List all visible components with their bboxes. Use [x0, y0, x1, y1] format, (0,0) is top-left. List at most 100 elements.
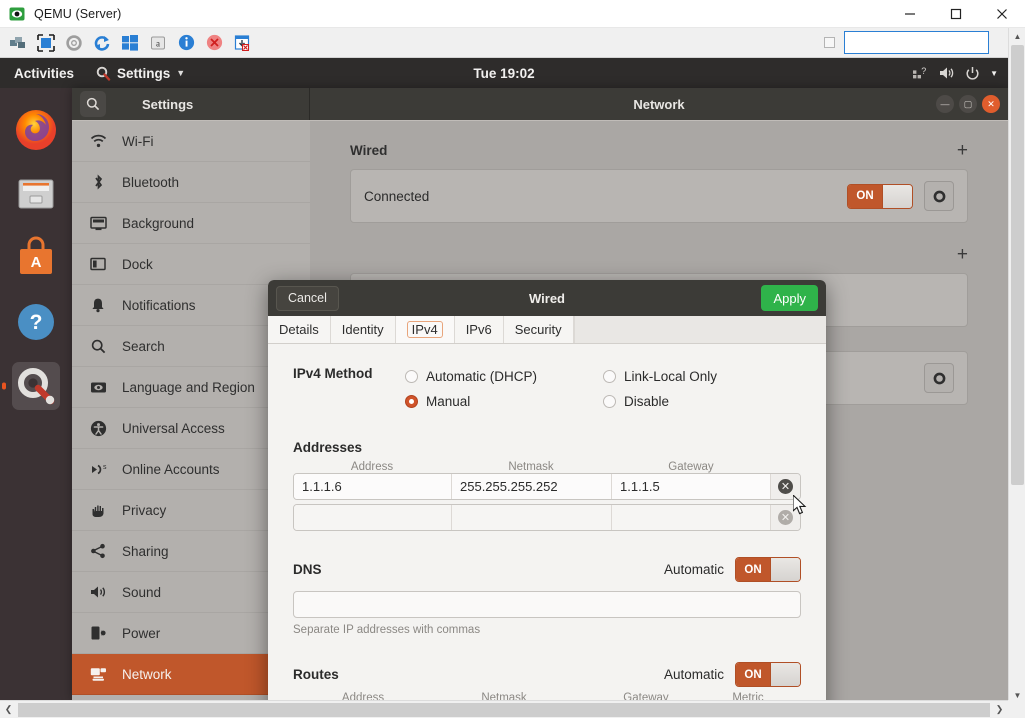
radio-automatic-dhcp[interactable]: Automatic (DHCP): [405, 364, 603, 389]
settings-gear-icon[interactable]: [61, 31, 87, 55]
cancel-button[interactable]: Cancel: [276, 286, 339, 311]
second-section-header: +: [350, 247, 968, 262]
tab-security[interactable]: Security: [504, 316, 574, 343]
machine-icon[interactable]: [5, 31, 31, 55]
sidebar-item-label: Sharing: [122, 544, 169, 559]
sidebar-item-label: Language and Region: [122, 380, 255, 395]
routes-automatic-toggle[interactable]: ON: [735, 662, 801, 687]
ubuntu-software-icon: A: [12, 234, 60, 282]
dns-input[interactable]: [293, 591, 801, 618]
settings-headerbar-left: Settings: [72, 88, 310, 120]
language-icon: [88, 378, 108, 396]
network-icon: [88, 665, 108, 683]
wired-settings-dialog: Cancel Wired Apply Details Identity IPv4…: [268, 280, 826, 700]
sidebar-item-label: Network: [122, 667, 172, 682]
refresh-icon[interactable]: [89, 31, 115, 55]
ipv4-method-options: Automatic (DHCP) Manual Link-Local Only: [405, 364, 801, 414]
sidebar-item-wifi[interactable]: Wi-Fi: [72, 121, 310, 162]
scroll-up-icon[interactable]: ▲: [1009, 28, 1025, 45]
tab-ipv4[interactable]: IPv4: [396, 316, 455, 343]
second-section-title: [350, 247, 354, 262]
netmask-input[interactable]: 255.255.255.252: [452, 474, 612, 499]
sidebar-item-label: Power: [122, 626, 160, 641]
background-icon: [88, 214, 108, 232]
netmask-input[interactable]: [452, 505, 612, 530]
host-window-title: QEMU (Server): [34, 7, 121, 21]
host-window-buttons: [887, 0, 1025, 28]
tab-label: Identity: [342, 322, 384, 337]
gear-icon[interactable]: [924, 363, 954, 393]
mouse-cursor: [793, 495, 809, 517]
speaker-icon: [88, 583, 108, 601]
toggle-on-label: ON: [736, 558, 770, 581]
settings-close-button[interactable]: ✕: [982, 95, 1000, 113]
address-input[interactable]: 1.1.1.6: [294, 474, 452, 499]
gateway-input[interactable]: [612, 505, 770, 530]
ipv4-method-row: IPv4 Method Automatic (DHCP) Manual: [293, 364, 801, 414]
wired-toggle[interactable]: ON: [847, 184, 913, 209]
system-status-area[interactable]: ? ▼: [912, 65, 998, 82]
toolbar-small-box[interactable]: [824, 37, 835, 48]
horizontal-scroll-thumb[interactable]: [18, 703, 990, 717]
host-minimize-button[interactable]: [887, 0, 933, 28]
app-menu-button[interactable]: Settings ▼: [96, 66, 185, 81]
settings-maximize-button[interactable]: ▢: [959, 95, 977, 113]
radio-disable[interactable]: Disable: [603, 389, 801, 414]
tab-details[interactable]: Details: [268, 316, 331, 343]
radio-link-local-only[interactable]: Link-Local Only: [603, 364, 801, 389]
close-window-icon[interactable]: [229, 31, 255, 55]
connection-status: Connected: [364, 189, 429, 204]
host-toolbar-input[interactable]: [844, 31, 989, 54]
sidebar-item-dock[interactable]: Dock: [72, 244, 310, 285]
dock-item-files[interactable]: [0, 162, 72, 226]
toolbar-right-group: [824, 31, 1025, 54]
addresses-column-headers: Address Netmask Gateway: [293, 461, 801, 473]
scroll-left-icon[interactable]: ❮: [0, 701, 17, 719]
info-icon[interactable]: [173, 31, 199, 55]
add-wired-button[interactable]: +: [957, 144, 968, 158]
activities-button[interactable]: Activities: [14, 66, 74, 81]
windows-logo-icon[interactable]: [117, 31, 143, 55]
tab-identity[interactable]: Identity: [331, 316, 396, 343]
host-maximize-button[interactable]: [933, 0, 979, 28]
host-close-button[interactable]: [979, 0, 1025, 28]
settings-minimize-button[interactable]: —: [936, 95, 954, 113]
keyboard-icon[interactable]: a: [145, 31, 171, 55]
fullscreen-icon[interactable]: [33, 31, 59, 55]
sidebar-item-background[interactable]: Background: [72, 203, 310, 244]
close-icon: ✕: [778, 479, 793, 494]
apply-button[interactable]: Apply: [761, 285, 818, 311]
host-vertical-scrollbar[interactable]: ▲ ▼: [1008, 28, 1025, 704]
dock-item-ubuntu-software[interactable]: A: [0, 226, 72, 290]
sidebar-item-label: Search: [122, 339, 165, 354]
dock-item-settings[interactable]: [0, 354, 72, 418]
host-horizontal-scrollbar[interactable]: ❮ ❯: [0, 700, 1008, 718]
radio-manual[interactable]: Manual: [405, 389, 603, 414]
gnome-top-bar: Activities Settings ▼ Tue 19:02 ?: [0, 58, 1008, 88]
cancel-icon[interactable]: [201, 31, 227, 55]
gear-icon[interactable]: [924, 181, 954, 211]
toggle-on-label: ON: [736, 663, 770, 686]
ipv4-method-label: IPv4 Method: [293, 364, 405, 414]
toggle-on-label: ON: [848, 185, 882, 208]
sidebar-item-label: Wi-Fi: [122, 134, 153, 149]
scroll-right-icon[interactable]: ❯: [991, 701, 1008, 719]
search-icon[interactable]: [80, 91, 106, 117]
address-input[interactable]: [294, 505, 452, 530]
add-second-button[interactable]: +: [957, 248, 968, 262]
routes-column-headers: Address Netmask Gateway Metric: [293, 692, 801, 700]
dock-item-firefox[interactable]: [0, 98, 72, 162]
files-icon: [12, 170, 60, 218]
address-row-cells: 1.1.1.6 255.255.255.252 1.1.1.5: [294, 474, 770, 499]
tab-ipv6[interactable]: IPv6: [455, 316, 504, 343]
radio-indicator: [405, 395, 418, 408]
sidebar-item-bluetooth[interactable]: Bluetooth: [72, 162, 310, 203]
radio-indicator: [603, 370, 616, 383]
settings-app-icon: [96, 66, 111, 81]
guest-screen: Activities Settings ▼ Tue 19:02 ?: [0, 58, 1008, 700]
vertical-scroll-thumb[interactable]: [1011, 45, 1024, 485]
dns-automatic-toggle[interactable]: ON: [735, 557, 801, 582]
wired-section-title: Wired: [350, 143, 387, 158]
dock-item-help[interactable]: ?: [0, 290, 72, 354]
gateway-input[interactable]: 1.1.1.5: [612, 474, 770, 499]
